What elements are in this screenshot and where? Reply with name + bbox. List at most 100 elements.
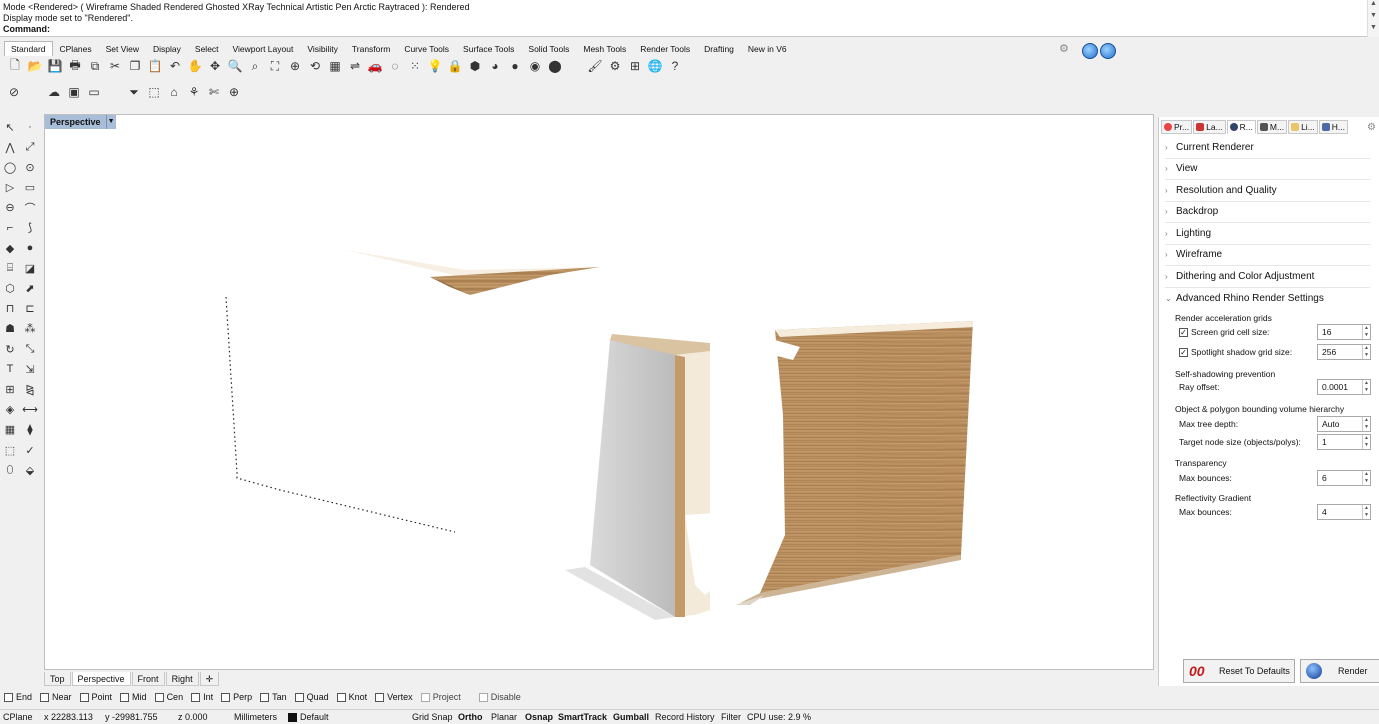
tab-transform[interactable]: Transform	[345, 41, 397, 56]
viewport-tab-front[interactable]: Front	[131, 672, 165, 686]
brush-icon[interactable]: 🖌	[585, 57, 605, 75]
osnap-tan[interactable]: Tan	[260, 690, 287, 704]
osnap-quad-checkbox[interactable]	[294, 692, 304, 702]
osnap-int-checkbox[interactable]	[191, 692, 201, 702]
spinner-icon[interactable]: ▲ ▼	[1362, 380, 1370, 394]
spotlight-input[interactable]: 256 ▲ ▼	[1317, 344, 1371, 360]
arc-icon[interactable]: ⌒	[20, 198, 40, 218]
save-icon[interactable]: 💾	[45, 57, 65, 75]
array-icon[interactable]: ▦	[0, 420, 20, 440]
target-node-input[interactable]: 1 ▲ ▼	[1317, 434, 1371, 450]
spinner-icon[interactable]: ▲ ▼	[1362, 471, 1370, 485]
print-icon[interactable]: 🖶	[65, 57, 85, 75]
lock-icon[interactable]: 🔒	[445, 57, 465, 75]
viewport-menu-chevron-icon[interactable]: ▼	[105, 115, 116, 129]
panel-tab-properties[interactable]: Pr...	[1161, 120, 1193, 134]
plant-icon[interactable]: ⚘	[184, 83, 204, 101]
viewport-tab-perspective[interactable]: Perspective	[71, 672, 131, 686]
tab-standard[interactable]: Standard	[4, 41, 53, 56]
status-planar[interactable]: Planar	[491, 711, 517, 724]
osnap-int[interactable]: Int	[191, 690, 213, 704]
circle-slash-icon[interactable]: ⊘	[4, 83, 24, 101]
import-icon[interactable]: ⧉	[85, 57, 105, 75]
render-button[interactable]: Render	[1300, 659, 1379, 683]
osnap-mid[interactable]: Mid	[120, 690, 147, 704]
tab-surface-tools[interactable]: Surface Tools	[456, 41, 521, 56]
blue-sphere-icon[interactable]: ⬤	[545, 57, 565, 75]
dimension-icon[interactable]: ⊞	[625, 57, 645, 75]
trim-icon[interactable]: ⊏	[20, 299, 40, 319]
box-solid-icon[interactable]: ◆	[0, 238, 20, 258]
points-icon[interactable]: ⁙	[405, 57, 425, 75]
osnap-point-checkbox[interactable]	[79, 692, 89, 702]
render-sphere-icon[interactable]: ●	[505, 57, 525, 75]
ray-offset-input[interactable]: 0.0001 ▲ ▼	[1317, 379, 1371, 395]
offset-icon[interactable]: ⟆	[20, 218, 40, 238]
dimension-line-icon[interactable]: ⟷	[20, 400, 40, 420]
osnap-near-checkbox[interactable]	[40, 692, 50, 702]
command-prompt[interactable]: Command:	[3, 24, 50, 34]
polyline-icon[interactable]: ⋀	[0, 137, 20, 157]
panel-gear-icon[interactable]: ⚙	[1367, 122, 1376, 133]
rhino-options-icon[interactable]	[1082, 43, 1098, 59]
point-icon[interactable]: ·	[20, 117, 40, 137]
extrude-icon[interactable]: ⬈	[20, 279, 40, 299]
undo-icon[interactable]: ↶	[165, 57, 185, 75]
section-dithering[interactable]: › Dithering and Color Adjustment	[1165, 266, 1370, 288]
scroll-down-icon[interactable]: ▼	[1368, 12, 1379, 24]
section-resolution[interactable]: › Resolution and Quality	[1165, 180, 1370, 202]
material-sphere-icon[interactable]: ◉	[525, 57, 545, 75]
command-scrollbar[interactable]: ▲ ▼ ▼	[1367, 0, 1379, 37]
osnap-quad[interactable]: Quad	[294, 690, 329, 704]
polygon-icon[interactable]: ▷	[0, 178, 20, 198]
cylinder-icon[interactable]: ⌸	[0, 258, 20, 278]
section-lighting[interactable]: › Lighting	[1165, 223, 1370, 245]
section-current-renderer[interactable]: › Current Renderer	[1165, 137, 1370, 159]
panel-tab-materials[interactable]: M...	[1256, 120, 1288, 134]
car-icon[interactable]: 🚗	[365, 57, 385, 75]
cplane-icon[interactable]: ⇌	[345, 57, 365, 75]
rectangle-icon[interactable]: ▭	[20, 178, 40, 198]
target-icon[interactable]: ⊕	[224, 83, 244, 101]
tab-cplanes[interactable]: CPlanes	[53, 41, 99, 56]
select-arrow-icon[interactable]: ↖	[0, 117, 20, 137]
screen-grid-checkbox[interactable]: ✓	[1179, 327, 1188, 337]
move-icon[interactable]: ⇲	[20, 359, 40, 379]
hat-icon[interactable]: ⌂	[164, 83, 184, 101]
add-viewport-tab-icon[interactable]: ✛	[199, 672, 220, 686]
cloud-icon[interactable]: ☁	[44, 83, 64, 101]
spinner-icon[interactable]: ▲ ▼	[1362, 345, 1370, 359]
osnap-point[interactable]: Point	[79, 690, 112, 704]
zoom-window-icon[interactable]: ⌕	[245, 57, 265, 75]
osnap-perp-checkbox[interactable]	[221, 692, 231, 702]
zoom-extents-icon[interactable]: ⛶	[265, 57, 285, 75]
perspective-viewport[interactable]: Perspective ▼	[44, 114, 1154, 670]
spinner-icon[interactable]: ▲ ▼	[1362, 435, 1370, 449]
help-icon[interactable]: ?	[665, 57, 685, 75]
status-ortho[interactable]: Ortho	[458, 711, 483, 724]
box-icon[interactable]: ⬚	[144, 83, 164, 101]
osnap-cen-checkbox[interactable]	[154, 692, 164, 702]
tab-mesh-tools[interactable]: Mesh Tools	[576, 41, 633, 56]
osnap-project[interactable]: Project	[420, 690, 461, 704]
select-icon[interactable]: ◌	[385, 57, 405, 75]
frame-icon[interactable]: ▭	[84, 83, 104, 101]
new-file-icon[interactable]: 🗋	[5, 57, 25, 75]
spinner-icon[interactable]: ▲ ▼	[1362, 417, 1370, 431]
pan-icon[interactable]: ✋	[185, 57, 205, 75]
rendered-scene[interactable]	[45, 115, 1154, 670]
spinner-icon[interactable]: ▲ ▼	[1362, 505, 1370, 519]
spinner-icon[interactable]: ▲ ▼	[1362, 325, 1370, 339]
paint-icon[interactable]: ⬯	[0, 460, 20, 480]
command-area[interactable]: Mode <Rendered> ( Wireframe Shaded Rende…	[0, 0, 1379, 37]
osnap-vertex-checkbox[interactable]	[375, 692, 385, 702]
osnap-knot-checkbox[interactable]	[336, 692, 346, 702]
circle-icon[interactable]: ◯	[0, 157, 20, 177]
tab-set-view[interactable]: Set View	[99, 41, 146, 56]
group-icon[interactable]: ⊞	[0, 379, 20, 399]
scroll-down-icon-2[interactable]: ▼	[1368, 24, 1379, 36]
osnap-tan-checkbox[interactable]	[260, 692, 270, 702]
spotlight-checkbox[interactable]: ✓	[1179, 347, 1188, 357]
tab-viewport-layout[interactable]: Viewport Layout	[226, 41, 301, 56]
analyze-icon[interactable]: ⬚	[0, 440, 20, 460]
